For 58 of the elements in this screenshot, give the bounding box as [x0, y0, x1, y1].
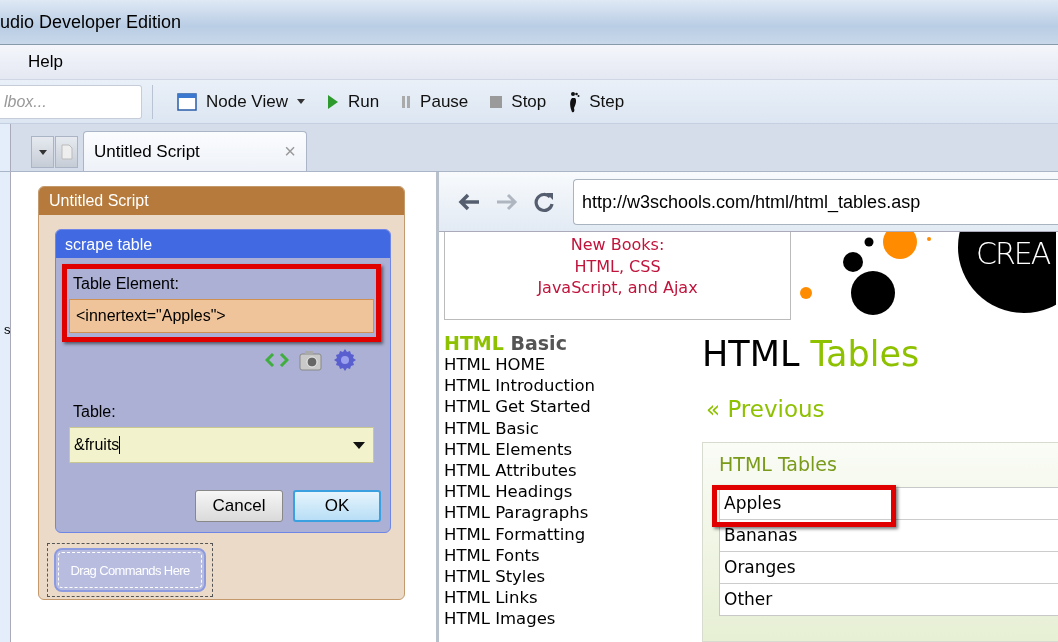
- table-cell: Oranges: [720, 552, 1058, 584]
- command-title: scrape table: [56, 230, 390, 258]
- sidebar-link[interactable]: HTML Fonts: [444, 544, 702, 567]
- toolbar-button[interactable]: Stop: [482, 87, 555, 116]
- toolbar-button[interactable]: Step: [560, 86, 633, 117]
- window-title: udio Developer Edition: [0, 11, 182, 33]
- logo-text: CREA: [976, 236, 1050, 271]
- field-label: Table:: [73, 403, 117, 421]
- table-cell-text: Other: [723, 588, 774, 611]
- play-icon: [326, 93, 339, 110]
- drop-zone-label: Drag Commands Here: [54, 548, 206, 592]
- sidebar-link[interactable]: HTML Elements: [444, 438, 702, 460]
- toolbar-button[interactable]: Node View: [169, 87, 313, 116]
- sidebar-link[interactable]: HTML Images: [444, 608, 702, 630]
- sidebar-link[interactable]: HTML Get Started: [444, 396, 702, 418]
- tab-label: Untitled Script: [94, 141, 200, 162]
- camera-icon[interactable]: [299, 349, 323, 371]
- sidebar-link[interactable]: HTML Formatting: [444, 523, 702, 545]
- sidebar-link[interactable]: HTML Basic: [444, 417, 702, 439]
- toolbar-button[interactable]: Pause: [393, 87, 477, 116]
- sidebar-link[interactable]: HTML HOME: [444, 354, 702, 376]
- menu-item[interactable]: Help: [28, 52, 63, 72]
- sidebar-link[interactable]: HTML Introduction: [444, 375, 702, 397]
- sidebar-link[interactable]: HTML Links: [444, 587, 702, 609]
- page-title: HTML Tables: [702, 334, 921, 374]
- tab[interactable]: Untitled Script ×: [83, 131, 307, 171]
- sidebar-link[interactable]: HTML Attributes: [444, 460, 702, 482]
- ok-button[interactable]: OK: [293, 490, 381, 522]
- sidebar-link[interactable]: HTML Paragraphs: [444, 502, 702, 524]
- table-cell: Bananas: [720, 520, 1058, 552]
- caret-icon: [353, 441, 365, 449]
- toolbar-button[interactable]: Run: [318, 87, 388, 116]
- search-field[interactable]: lbox...: [0, 84, 142, 119]
- sidebar-link[interactable]: HTML Styles: [444, 566, 702, 588]
- ad-text[interactable]: HTML, CSS: [445, 255, 790, 277]
- back-icon[interactable]: [457, 191, 481, 212]
- sidebar-heading: HTML Basic: [444, 332, 568, 354]
- cancel-button[interactable]: Cancel: [195, 490, 283, 522]
- input-field[interactable]: <innertext="Apples">: [69, 299, 374, 333]
- footprint-icon: [568, 90, 581, 113]
- caret-icon: [38, 149, 47, 155]
- combo-box[interactable]: &fruits: [69, 427, 374, 463]
- pause-icon: [401, 94, 412, 109]
- address-bar[interactable]: http://w3schools.com/html/html_tables.asp: [573, 178, 1058, 225]
- field-label: Table Element:: [73, 275, 180, 293]
- ad-text[interactable]: New Books:: [445, 234, 790, 256]
- sidebar-link[interactable]: HTML Headings: [444, 481, 702, 503]
- tab-list-button[interactable]: [31, 136, 54, 168]
- settings-icon[interactable]: [333, 348, 357, 372]
- reload-icon[interactable]: [533, 190, 555, 213]
- ad-text[interactable]: JavaScript, and Ajax: [445, 277, 790, 299]
- table-cell: Apples: [720, 488, 1058, 520]
- window-icon: [177, 92, 197, 111]
- cut-off-text: s: [4, 322, 11, 337]
- document-icon: [60, 144, 73, 160]
- stop-icon: [490, 95, 503, 108]
- example-title: HTML Tables: [719, 453, 838, 475]
- panel-title: Untitled Script: [39, 187, 404, 215]
